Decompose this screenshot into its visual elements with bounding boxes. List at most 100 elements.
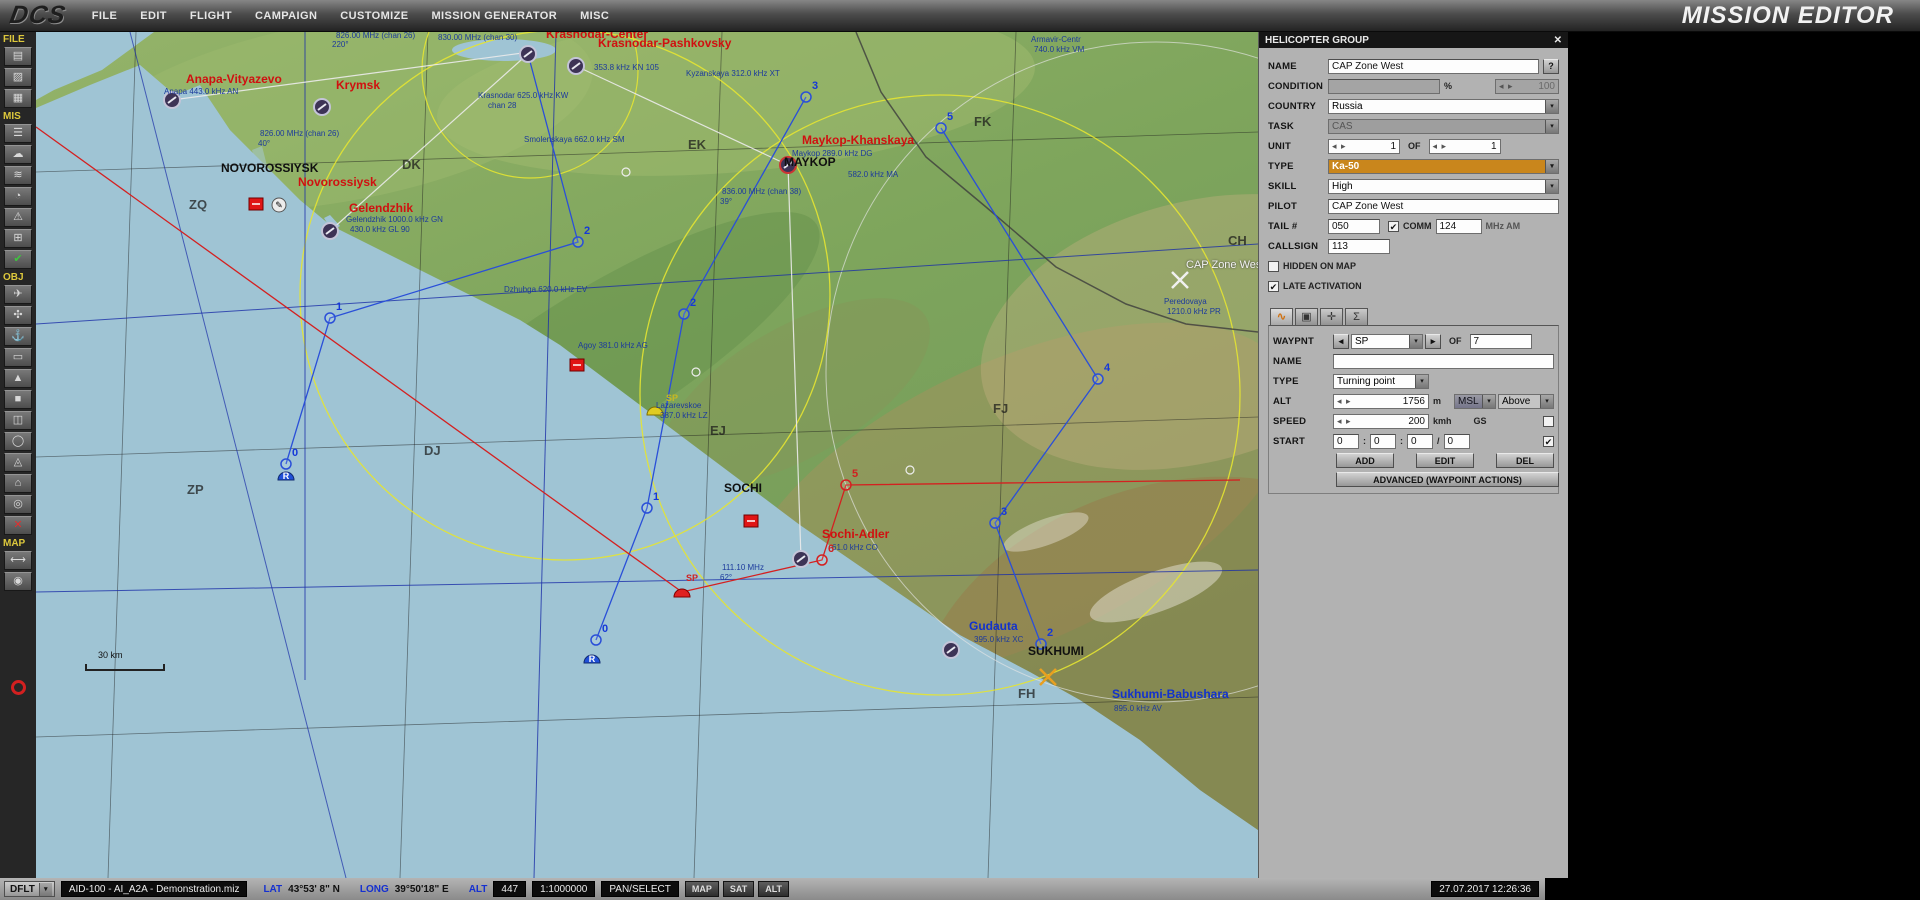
tab-payload[interactable]: ▣ <box>1295 308 1318 325</box>
map-viewport[interactable]: RR✎ 30 km ZQDKEKFKDJZPEJFJFHCHNOVOROSSIY… <box>36 32 1258 878</box>
prev-waypoint-button[interactable] <box>1333 334 1349 349</box>
farp-icon[interactable]: ⌂ <box>4 474 32 493</box>
ship-icon[interactable]: ⚓ <box>4 327 32 346</box>
speed-lock-checkbox[interactable] <box>1543 416 1554 427</box>
new-mission-icon[interactable]: ▤ <box>4 47 32 66</box>
erase-icon[interactable]: ✕ <box>4 516 32 535</box>
waypoint-marker[interactable] <box>642 503 652 513</box>
ground-unit-marker[interactable] <box>744 515 758 527</box>
airport-marker[interactable] <box>780 157 796 173</box>
altitude-spinner[interactable]: 1756 <box>1333 394 1429 409</box>
chevron-down-icon[interactable] <box>1415 375 1428 388</box>
mission-options-icon[interactable]: ☰ <box>4 124 32 143</box>
aircraft-type-select[interactable]: Ka-50 <box>1328 159 1559 174</box>
frequency-input[interactable]: 124 <box>1436 219 1482 234</box>
map-canvas[interactable]: RR✎ <box>36 32 1258 878</box>
unit-total-spinner[interactable]: 1 <box>1429 139 1501 154</box>
failures-icon[interactable]: ⚠ <box>4 208 32 227</box>
static-object-icon[interactable]: ■ <box>4 390 32 409</box>
tab-route[interactable]: ∿ <box>1270 308 1293 325</box>
late-activation-checkbox[interactable] <box>1268 281 1279 292</box>
spinner-arrows-icon[interactable] <box>1332 141 1347 152</box>
airport-marker[interactable] <box>322 223 338 239</box>
chevron-down-icon[interactable] <box>1540 395 1553 408</box>
time-icon[interactable]: ◔ <box>4 187 32 206</box>
summary-icon[interactable]: ⊞ <box>4 229 32 248</box>
menu-flight[interactable]: FLIGHT <box>190 10 232 22</box>
waypoint-marker[interactable] <box>325 313 335 323</box>
chevron-down-icon[interactable] <box>1482 395 1495 408</box>
chevron-down-icon[interactable] <box>1545 100 1558 113</box>
skill-select[interactable]: High <box>1328 179 1559 194</box>
measure-icon[interactable]: ⟷ <box>4 551 32 570</box>
spinner-arrows-icon[interactable] <box>1433 141 1448 152</box>
add-waypoint-button[interactable]: ADD <box>1336 453 1394 468</box>
airport-marker[interactable] <box>943 642 959 658</box>
waypoint-name-input[interactable] <box>1333 354 1554 369</box>
tab-radio[interactable]: ✛ <box>1320 308 1343 325</box>
airport-marker[interactable] <box>314 99 330 115</box>
helicopter-icon[interactable]: ✣ <box>4 306 32 325</box>
waypoint-marker[interactable] <box>1093 374 1103 384</box>
template-icon[interactable]: ◬ <box>4 453 32 472</box>
sam-site-marker[interactable]: R <box>584 654 600 664</box>
alt-relative-select[interactable]: Above <box>1498 394 1554 409</box>
air-defense-icon[interactable]: ▲ <box>4 369 32 388</box>
fog-icon[interactable]: ≋ <box>4 166 32 185</box>
delete-waypoint-button[interactable]: DEL <box>1496 453 1554 468</box>
hidden-on-map-checkbox[interactable] <box>1268 261 1279 272</box>
start-minutes-input[interactable]: 0 <box>1370 434 1396 449</box>
waypoint-marker[interactable] <box>1036 639 1046 649</box>
unit-count-spinner[interactable]: 1 <box>1328 139 1400 154</box>
waypoint-marker[interactable] <box>679 309 689 319</box>
map-layer-button[interactable]: MAP <box>685 881 719 897</box>
save-mission-icon[interactable]: ▦ <box>4 89 32 108</box>
alt-layer-button[interactable]: ALT <box>758 881 789 897</box>
validate-icon[interactable]: ✔ <box>4 250 32 269</box>
zone-icon[interactable]: ◯ <box>4 432 32 451</box>
edit-marker[interactable]: ✎ <box>272 198 286 212</box>
spinner-arrows-icon[interactable] <box>1337 416 1352 427</box>
country-select[interactable]: Russia <box>1328 99 1559 114</box>
ground-unit-marker[interactable] <box>249 198 263 210</box>
map-center-icon[interactable]: ◉ <box>4 572 32 591</box>
group-name-input[interactable]: CAP Zone West <box>1328 59 1539 74</box>
ground-unit-marker[interactable] <box>570 359 584 371</box>
edit-waypoint-button[interactable]: EDIT <box>1416 453 1474 468</box>
airplane-icon[interactable]: ✈ <box>4 285 32 304</box>
group-icon[interactable]: ◫ <box>4 411 32 430</box>
vehicle-icon[interactable]: ▭ <box>4 348 32 367</box>
close-icon[interactable]: ✕ <box>1554 35 1562 46</box>
waypoint-marker[interactable] <box>801 92 811 102</box>
speed-spinner[interactable]: 200 <box>1333 414 1429 429</box>
airport-marker[interactable] <box>568 58 584 74</box>
theme-select[interactable]: DFLT <box>4 881 55 897</box>
chevron-down-icon[interactable] <box>39 883 52 896</box>
waypoint-marker[interactable] <box>281 459 291 469</box>
advanced-waypoint-actions-button[interactable]: ADVANCED (WAYPOINT ACTIONS) <box>1336 472 1559 487</box>
menu-misc[interactable]: MISC <box>580 10 609 22</box>
menu-edit[interactable]: EDIT <box>140 10 167 22</box>
menu-campaign[interactable]: CAMPAIGN <box>255 10 317 22</box>
help-button[interactable]: ? <box>1543 59 1559 74</box>
waypoint-marker[interactable] <box>817 555 827 565</box>
waypoint-marker[interactable] <box>573 237 583 247</box>
panel-titlebar[interactable]: HELICOPTER GROUP ✕ <box>1259 32 1568 48</box>
chevron-down-icon[interactable] <box>1409 335 1422 348</box>
alt-reference-select[interactable]: MSL <box>1454 394 1496 409</box>
next-waypoint-button[interactable] <box>1425 334 1441 349</box>
bullseye-icon[interactable]: ◎ <box>4 495 32 514</box>
waypoint-marker[interactable] <box>990 518 1000 528</box>
waypoint-marker[interactable] <box>591 635 601 645</box>
weather-icon[interactable]: ☁ <box>4 145 32 164</box>
start-seconds-input[interactable]: 0 <box>1407 434 1433 449</box>
airport-marker[interactable] <box>793 551 809 567</box>
tail-number-input[interactable]: 050 <box>1328 219 1380 234</box>
waypoint-marker[interactable] <box>936 123 946 133</box>
menu-customize[interactable]: CUSTOMIZE <box>340 10 408 22</box>
waypoint-marker[interactable] <box>841 480 851 490</box>
chevron-down-icon[interactable] <box>1545 180 1558 193</box>
start-day-input[interactable]: 0 <box>1444 434 1470 449</box>
waypoint-select[interactable]: SP <box>1351 334 1423 349</box>
tab-summary[interactable]: Σ <box>1345 308 1368 325</box>
